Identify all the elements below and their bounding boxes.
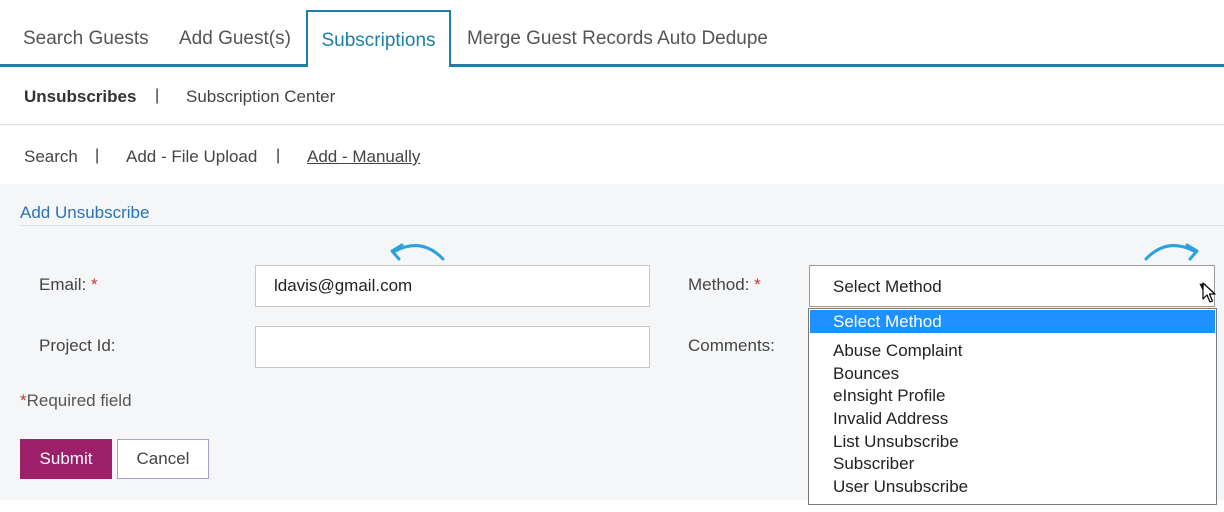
tab-search-guests[interactable]: Search Guests — [23, 10, 149, 65]
tab-subscriptions[interactable]: Subscriptions — [306, 10, 451, 67]
method-select-value: Select Method — [833, 277, 942, 296]
comments-label: Comments: — [688, 336, 775, 355]
curved-arrow-left-icon — [390, 243, 445, 261]
action-separator: | — [276, 147, 281, 164]
curved-arrow-right-icon — [1144, 243, 1199, 261]
method-select[interactable]: Select Method ▼ — [809, 265, 1215, 307]
subnav-subscription-center[interactable]: Subscription Center — [186, 87, 335, 107]
dropdown-option-invalid-address[interactable]: Invalid Address — [810, 407, 1215, 430]
submit-button[interactable]: Submit — [20, 439, 112, 479]
required-note-star: * — [20, 391, 27, 410]
dropdown-option-bounces[interactable]: Bounces — [810, 362, 1215, 385]
method-required-star: * — [754, 275, 761, 294]
panel-title: Add Unsubscribe — [20, 203, 150, 222]
required-field-note: *Required field — [20, 391, 132, 411]
mouse-pointer-icon — [1202, 282, 1216, 303]
action-nav: Search | Add - File Upload | Add - Manua… — [0, 126, 1224, 184]
action-search[interactable]: Search — [24, 147, 78, 167]
project-id-input[interactable] — [255, 326, 650, 368]
subnav: Unsubscribes | Subscription Center — [0, 67, 1224, 125]
dropdown-option-select-method[interactable]: Select Method — [810, 310, 1215, 333]
email-required-star: * — [90, 275, 98, 294]
dropdown-option-abuse-complaint[interactable]: Abuse Complaint — [810, 339, 1215, 362]
cancel-button[interactable]: Cancel — [117, 439, 209, 479]
main-tabs: Search Guests Add Guest(s) Subscriptions… — [0, 0, 1224, 67]
tab-add-guests[interactable]: Add Guest(s) — [179, 10, 291, 65]
dropdown-option-subscriber[interactable]: Subscriber — [810, 452, 1215, 475]
email-input[interactable] — [255, 265, 650, 307]
tab-merge-guest-records[interactable]: Merge Guest Records Auto Dedupe — [467, 10, 768, 65]
required-note-text: Required field — [26, 391, 132, 410]
subnav-unsubscribes[interactable]: Unsubscribes — [24, 87, 136, 107]
method-dropdown-list: Select Method Abuse Complaint Bounces eI… — [808, 308, 1217, 505]
action-separator: | — [95, 147, 100, 164]
panel-divider — [20, 225, 1224, 226]
subnav-separator: | — [155, 87, 160, 104]
action-add-manually[interactable]: Add - Manually — [307, 147, 420, 167]
dropdown-option-list-unsubscribe[interactable]: List Unsubscribe — [810, 430, 1215, 453]
dropdown-option-einsight-profile[interactable]: eInsight Profile — [810, 384, 1215, 407]
email-label-text: Email: — [39, 275, 87, 294]
action-file-upload[interactable]: Add - File Upload — [126, 147, 257, 167]
email-label: Email: * — [39, 275, 98, 295]
method-label-text: Method: — [688, 275, 750, 294]
dropdown-option-user-unsubscribe[interactable]: User Unsubscribe — [810, 475, 1215, 498]
project-id-label: Project Id: — [39, 336, 116, 355]
method-label: Method: * — [688, 275, 761, 295]
